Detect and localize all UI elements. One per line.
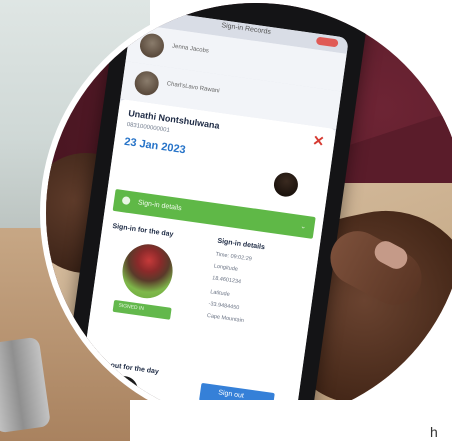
profile-photo [272,171,300,199]
sign-in-selfie [119,241,177,302]
detail-latitude-label: Latitude [209,289,231,298]
status-pill [315,36,339,48]
list-item-name: Charl'sLavo Rawani [166,81,220,95]
list-item-name: Jenna Jacobs [171,43,210,55]
sign-in-modal: Unathi Nontshulwana 0831000000001 ✕ 23 J… [79,98,337,420]
corner-text: h [430,424,438,440]
details-title: Sign-in details [216,237,266,252]
detail-location: Cape Mountain [206,312,245,325]
detail-latitude-value: -33.9484450 [208,301,240,312]
circular-photo: Sign-in Records Jenna Jacobs Charl'sLavo… [46,3,452,423]
photo-scene: Sign-in Records Jenna Jacobs Charl'sLavo… [0,0,452,441]
phone-screen: Sign-in Records Jenna Jacobs Charl'sLavo… [79,7,349,420]
avatar [138,32,166,60]
sign-out-title: Sign-out for the day [92,359,160,376]
record-date: 23 Jan 2023 [123,135,187,157]
close-icon[interactable]: ✕ [311,132,326,150]
detail-longitude-label: Longitude [213,263,239,273]
bottom-margin [130,400,452,441]
status-title: Sign-in Records [220,22,272,37]
person-id: 0831000000001 [126,121,171,134]
avatar [133,69,161,97]
sign-in-title: Sign-in for the day [111,222,174,239]
detail-time: Time: 09:02:29 [215,251,253,263]
chevron-down-icon: ⌄ [299,223,307,231]
detail-longitude-value: 18.4601234 [211,275,242,286]
